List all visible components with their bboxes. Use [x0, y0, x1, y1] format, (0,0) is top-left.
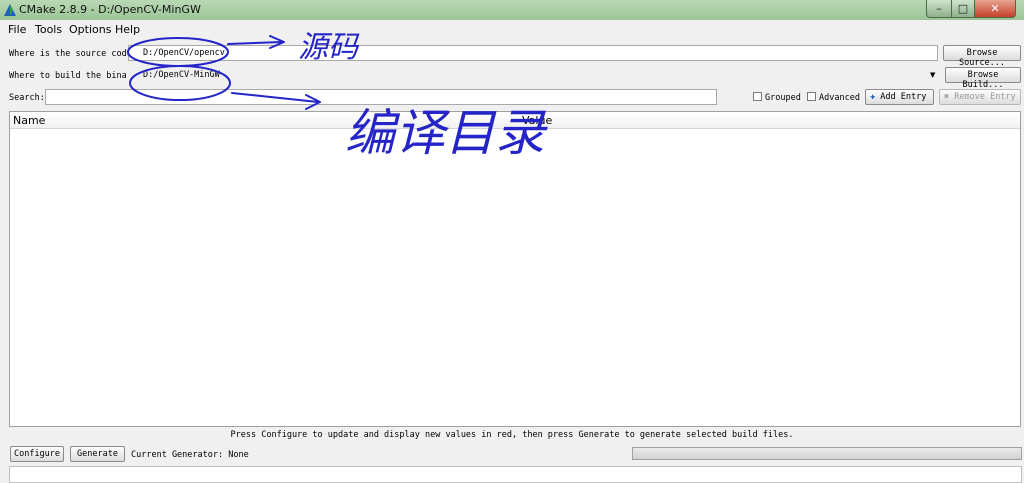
build-binaries-combobox[interactable]: D:/OpenCV-MinGW — [128, 67, 942, 83]
menu-help[interactable]: Help — [115, 23, 140, 36]
source-code-input[interactable]: D:/OpenCV/opencv — [128, 45, 938, 61]
progress-bar — [632, 447, 1022, 460]
output-log[interactable] — [9, 466, 1022, 483]
column-header-name[interactable]: Name — [13, 114, 45, 127]
grouped-checkbox[interactable] — [753, 92, 762, 101]
status-message: Press Configure to update and display ne… — [230, 430, 794, 440]
cmake-logo-icon — [4, 4, 16, 16]
maximize-icon: □ — [957, 2, 969, 15]
column-header-value[interactable]: Value — [522, 114, 552, 127]
title-bar[interactable]: CMake 2.8.9 - D:/OpenCV-MinGW – □ ✕ — [0, 0, 1024, 20]
cmake-main-window: File Tools Options Help Where is the sou… — [0, 20, 1024, 483]
close-icon: ✕ — [990, 2, 1000, 15]
menu-tools[interactable]: Tools — [35, 23, 62, 36]
advanced-label: Advanced — [819, 93, 860, 103]
configure-button[interactable]: Configure — [10, 446, 64, 462]
grouped-label: Grouped — [765, 93, 801, 103]
plus-icon: ✚ — [870, 92, 876, 102]
source-code-label: Where is the source code: — [9, 49, 137, 59]
advanced-checkbox[interactable] — [807, 92, 816, 101]
remove-entry-label: Remove Entry — [954, 92, 1016, 102]
browse-source-button[interactable]: Browse Source... — [943, 45, 1021, 68]
maximize-button[interactable]: □ — [952, 0, 975, 18]
add-entry-button[interactable]: ✚ Add Entry — [865, 89, 934, 105]
menu-file[interactable]: File — [8, 23, 26, 36]
cache-table[interactable]: Name Value — [9, 111, 1021, 427]
generate-button[interactable]: Generate — [70, 446, 125, 462]
minimize-icon: – — [936, 2, 942, 15]
add-entry-label: Add Entry — [880, 92, 927, 102]
window-controls: – □ ✕ — [926, 0, 1016, 18]
minimize-button[interactable]: – — [926, 0, 952, 18]
search-label: Search: — [9, 93, 45, 103]
close-button[interactable]: ✕ — [975, 0, 1016, 18]
remove-entry-button[interactable]: ✖ Remove Entry — [939, 89, 1021, 105]
current-generator-label: Current Generator: None — [131, 450, 249, 460]
search-input[interactable] — [45, 89, 717, 105]
menu-bar: File Tools Options Help — [0, 20, 1024, 38]
menu-options[interactable]: Options — [69, 23, 111, 36]
browse-build-button[interactable]: Browse Build... — [945, 67, 1021, 90]
chevron-down-icon[interactable]: ▼ — [930, 71, 935, 79]
table-header: Name Value — [10, 112, 1020, 129]
window-title: CMake 2.8.9 - D:/OpenCV-MinGW — [19, 3, 201, 16]
remove-icon: ✖ — [944, 92, 950, 102]
